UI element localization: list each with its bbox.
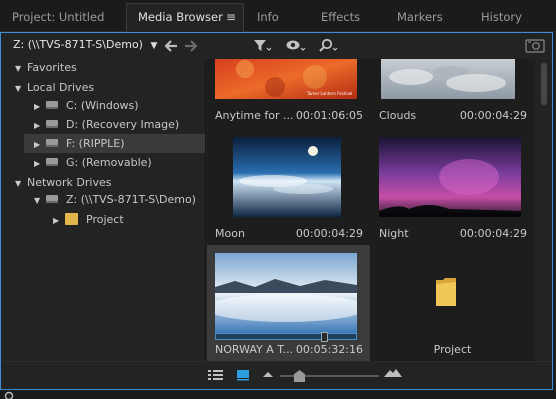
tree-network-drives[interactable]: ▼ Network Drives [15, 174, 111, 192]
zoom-slider[interactable] [280, 370, 379, 382]
tree-drive-c-label: C: (Windows) [66, 99, 139, 112]
clip-duration: 00:00:04:29 [459, 109, 527, 122]
clip-thumbnail: Tamer Lantern Festival [215, 59, 357, 99]
tab-media-browser-label: Media Browser [138, 10, 223, 24]
collapse-triangle-icon[interactable]: ▶ [53, 212, 65, 230]
clip-name: Night [379, 227, 409, 240]
tree-project-folder[interactable]: ▶ Project [53, 211, 124, 229]
expand-triangle-icon[interactable]: ▼ [15, 60, 27, 78]
chevron-down-icon: ▼ [150, 41, 158, 51]
clip-name: Moon [215, 227, 245, 240]
tree-drive-f-label: F: (RIPPLE) [66, 137, 125, 150]
clip-duration: 00:01:06:05 [295, 109, 363, 122]
clip-thumbnail [379, 137, 521, 217]
icon-view-icon[interactable] [236, 369, 250, 381]
clip-grid: Tamer Lantern Festival Anytime for ... 0… [207, 59, 535, 361]
tree-local-drives[interactable]: ▼ Local Drives [15, 79, 94, 97]
zoom-in-mountain-icon[interactable] [384, 368, 402, 378]
tree-project-folder-label: Project [86, 213, 124, 226]
scrollbar-thumb[interactable] [541, 63, 547, 105]
collapse-triangle-icon[interactable]: ▶ [34, 117, 46, 135]
clip-name: Anytime for ... [215, 109, 294, 122]
collapse-triangle-icon[interactable]: ▶ [34, 98, 46, 116]
tab-markers-label: Markers [397, 10, 443, 24]
tree-network-drives-label: Network Drives [27, 176, 112, 189]
forward-arrow-icon[interactable] [184, 40, 198, 52]
tab-info[interactable]: Info [257, 4, 279, 30]
collapse-triangle-icon[interactable]: ▶ [34, 155, 46, 173]
tree-drive-c[interactable]: ▶ C: (Windows) [34, 97, 139, 115]
clip-item-selected[interactable]: NORWAY A T... 00:05:32:16 [207, 245, 370, 361]
hard-drive-icon [46, 158, 58, 166]
collapse-triangle-icon[interactable]: ▶ [34, 136, 46, 154]
clip-item[interactable]: Clouds 00:00:04:29 [371, 59, 534, 122]
tree-network-drive-z-label: Z: (\\TVS-871T-S\Demo) [66, 193, 196, 206]
panel-menu-icon[interactable]: ≡ [226, 4, 236, 30]
tab-info-label: Info [257, 10, 279, 24]
list-view-icon[interactable] [208, 369, 224, 381]
path-dropdown-label: Z: (\\TVS-871T-S\Demo) [13, 38, 143, 51]
tree-drive-g-label: G: (Removable) [66, 156, 152, 169]
media-browser-toolbar: Z: (\\TVS-871T-S\Demo) ▼ [1, 33, 552, 59]
hard-drive-icon [46, 139, 58, 147]
hard-drive-icon [46, 120, 58, 128]
ingest-camera-icon[interactable] [525, 38, 545, 53]
expand-triangle-icon[interactable]: ▼ [15, 80, 27, 98]
network-drive-icon [46, 195, 58, 203]
bottom-toolbar [1, 361, 552, 389]
thumbnail-caption: Tamer Lantern Festival [306, 91, 352, 96]
tab-markers[interactable]: Markers [397, 4, 443, 30]
tab-history-label: History [481, 10, 522, 24]
folder-icon [436, 278, 456, 306]
clip-duration: 00:00:04:29 [459, 227, 527, 240]
clip-item[interactable]: Tamer Lantern Festival Anytime for ... 0… [207, 59, 370, 122]
folder-name: Project [433, 343, 472, 356]
tab-history[interactable]: History [481, 4, 522, 30]
eye-icon[interactable] [286, 39, 306, 53]
clip-item[interactable]: Moon 00:00:04:29 [207, 123, 370, 243]
status-indicator-icon [4, 391, 14, 399]
tab-effects-label: Effects [321, 10, 361, 24]
expand-triangle-icon[interactable]: ▼ [15, 175, 27, 193]
expand-triangle-icon[interactable]: ▼ [34, 192, 46, 210]
clip-scrub-bar[interactable] [215, 332, 357, 342]
zoom-out-mountain-icon[interactable] [263, 371, 273, 378]
tab-project[interactable]: Project: Untitled [12, 4, 104, 30]
vertical-scrollbar[interactable] [538, 59, 551, 361]
tree-favorites-label: Favorites [27, 61, 77, 74]
clip-thumbnail [215, 253, 357, 333]
tree-drive-d-label: D: (Recovery Image) [66, 118, 180, 131]
panel-tab-bar: Project: Untitled Media Browser ≡ Info E… [0, 0, 556, 32]
tree-drive-d[interactable]: ▶ D: (Recovery Image) [34, 116, 179, 134]
tree-favorites[interactable]: ▼ Favorites [15, 59, 77, 77]
tab-media-browser[interactable]: Media Browser ≡ [126, 3, 244, 32]
clip-name: Clouds [379, 109, 417, 122]
clip-thumbnail [381, 59, 515, 99]
tree-network-drive-z[interactable]: ▼ Z: (\\TVS-871T-S\Demo) [34, 191, 196, 209]
playhead-handle[interactable] [321, 332, 328, 342]
status-strip [0, 390, 556, 399]
tree-local-drives-label: Local Drives [27, 81, 95, 94]
folder-item-project[interactable]: Project [371, 245, 534, 361]
hard-drive-icon [46, 101, 58, 109]
filter-icon[interactable] [253, 39, 271, 53]
back-arrow-icon[interactable] [164, 40, 178, 52]
path-dropdown[interactable]: Z: (\\TVS-871T-S\Demo) ▼ [13, 38, 157, 51]
folder-icon [65, 213, 78, 225]
clip-thumbnail [233, 137, 341, 217]
search-icon[interactable] [319, 38, 339, 54]
tab-effects[interactable]: Effects [321, 4, 360, 30]
tree-drive-g[interactable]: ▶ G: (Removable) [34, 154, 152, 172]
clip-item[interactable]: Night 00:00:04:29 [371, 123, 534, 243]
zoom-slider-handle[interactable] [294, 370, 305, 382]
tree-drive-f[interactable]: ▶ F: (RIPPLE) [34, 135, 125, 153]
clip-duration: 00:00:04:29 [295, 227, 363, 240]
tab-project-label: Project: Untitled [12, 10, 105, 24]
clip-duration: 00:05:32:16 [295, 343, 363, 356]
clip-name: NORWAY A T... [215, 343, 294, 356]
